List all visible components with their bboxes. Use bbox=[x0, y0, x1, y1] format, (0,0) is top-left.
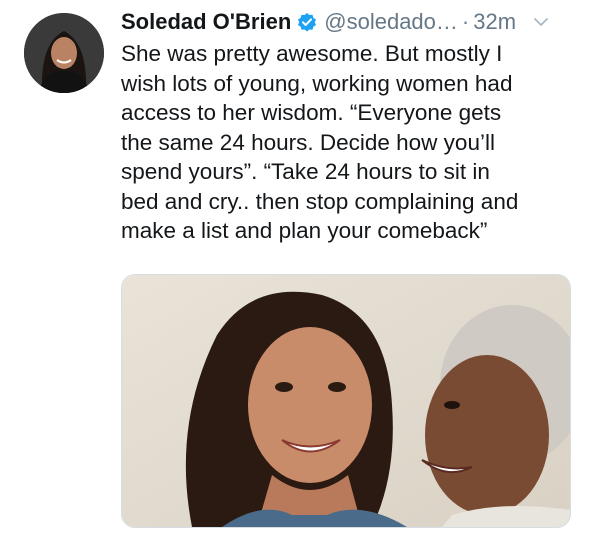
tweet-header: Soledad O'Brien @soledado… · 32m bbox=[121, 4, 583, 40]
tweet-text-line: access to her wisdom. “Everyone gets bbox=[121, 100, 502, 125]
tweet-text-line: She was pretty awesome. But mostly I bbox=[121, 41, 503, 66]
tweet-text-line: spend yours”. “Take 24 hours to sit in bbox=[121, 159, 490, 184]
photo-two-women bbox=[122, 275, 570, 527]
tweet-text-line: wish lots of young, working women had bbox=[121, 70, 513, 96]
tweet: Soledad O'Brien @soledado… · 32m She was… bbox=[0, 0, 595, 541]
author-handle[interactable]: @soledado… bbox=[324, 9, 458, 35]
tweet-text-line: bed and cry.. then stop complaining and bbox=[121, 188, 519, 214]
author-avatar[interactable] bbox=[24, 13, 104, 93]
avatar-photo bbox=[24, 13, 104, 93]
author-name[interactable]: Soledad O'Brien bbox=[121, 9, 291, 35]
tweet-text-line: make a list and plan your comeback” bbox=[121, 218, 488, 243]
meta-separator: · bbox=[461, 9, 470, 34]
tweet-timestamp[interactable]: 32m bbox=[473, 9, 516, 35]
tweet-text-line: the same 24 hours. Decide how you’ll bbox=[121, 129, 495, 155]
tweet-photo[interactable] bbox=[121, 274, 571, 528]
tweet-text: She was pretty awesome. But mostly I wis… bbox=[121, 39, 581, 246]
verified-badge-icon bbox=[297, 12, 317, 32]
chevron-down-icon[interactable] bbox=[532, 13, 550, 31]
